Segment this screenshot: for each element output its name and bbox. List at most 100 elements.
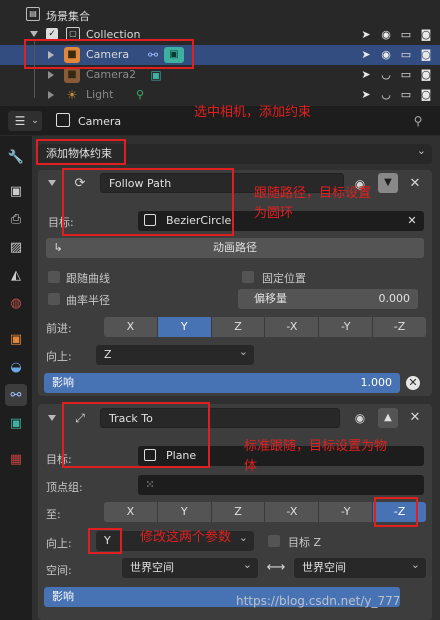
camera-data-icon[interactable]: ▣ [146, 67, 166, 83]
forward-axis-neg-z[interactable]: -Z [373, 317, 426, 337]
forward-axis-neg-y[interactable]: -Y [319, 317, 374, 337]
camera-object-icon: ■ [64, 67, 80, 83]
outliner-row-camera[interactable]: ■ Camera ⚯ ▣ ➤ ◉ ▭ ◙ [0, 45, 440, 65]
to-axis-neg-z[interactable]: -Z [373, 502, 426, 522]
move-up-button[interactable]: ▲ [378, 408, 398, 428]
camera-data-icon[interactable]: ▣ [164, 47, 184, 63]
camera-render-icon[interactable]: ◙ [418, 67, 434, 83]
target-space-dropdown[interactable]: 世界空间 [294, 555, 426, 578]
pin-icon[interactable]: ⚲ [410, 113, 426, 129]
vertex-group-field[interactable]: ⁙ [138, 475, 424, 495]
tab-object-constraints[interactable]: ⚯ [5, 384, 27, 406]
add-constraint-dropdown[interactable]: 添加物体约束 [38, 141, 432, 164]
move-down-button[interactable]: ▼ [378, 173, 398, 193]
scene-collection-row[interactable]: ▤ 场景集合 [0, 5, 440, 25]
tab-texture[interactable]: ▦ [5, 448, 27, 470]
select-arrow-icon[interactable]: ➤ [358, 27, 374, 43]
vertex-group-icon: ⁙ [145, 478, 155, 491]
collection-icon: ▢ [66, 27, 80, 41]
add-constraint-label: 添加物体约束 [46, 147, 112, 160]
expand-light-icon[interactable] [48, 91, 54, 99]
forward-axis-y[interactable]: Y [157, 317, 212, 337]
influence-label: 影响 [52, 376, 74, 389]
outliner-row-light[interactable]: ☀ Light ⚲ ➤ ◡ ▭ ◙ [0, 85, 440, 105]
follow-path-influence-slider[interactable]: 影响 1.000 [44, 373, 400, 393]
row-visibility-icons: ➤ ◡ ▭ ◙ [358, 87, 434, 103]
object-name-label: Camera [78, 115, 122, 128]
select-arrow-icon[interactable]: ➤ [358, 47, 374, 63]
forward-axis-neg-x[interactable]: -X [265, 317, 320, 337]
tab-scene[interactable]: ◭ [5, 264, 27, 286]
to-axis-neg-x[interactable]: -X [265, 502, 320, 522]
tab-output[interactable]: ⎙ [5, 208, 27, 230]
properties-editor-icon: ☰ [14, 114, 26, 128]
expand-camera-icon[interactable] [48, 51, 54, 59]
constraint-link-icon[interactable]: ⚯ [146, 47, 160, 63]
triangle-up-icon: ▲ [384, 412, 392, 423]
target-z-checkbox[interactable] [268, 535, 280, 547]
offset-field[interactable]: 偏移量 0.000 [238, 289, 418, 309]
close-icon[interactable]: ✕ [408, 176, 422, 192]
checkbox-checked-icon[interactable]: ✓ [46, 28, 58, 40]
tab-render[interactable]: ▣ [5, 180, 27, 202]
collapse-follow-path-icon[interactable] [48, 180, 56, 186]
outliner-row-collection[interactable]: ✓ ▢ Collection ➤ ◉ ▭ ◙ [0, 25, 440, 45]
light-data-icon[interactable]: ⚲ [132, 87, 148, 103]
to-axis-x[interactable]: X [104, 502, 158, 522]
monitor-icon[interactable]: ▭ [398, 67, 414, 83]
select-arrow-icon[interactable]: ➤ [358, 87, 374, 103]
up-axis-dropdown[interactable]: Z [96, 342, 254, 365]
owner-space-dropdown[interactable]: 世界空间 [122, 555, 258, 578]
outliner-item-label: Collection [86, 28, 141, 41]
track-up-label: 向上: [46, 537, 72, 550]
camera-render-icon[interactable]: ◙ [418, 87, 434, 103]
remove-influence-icon[interactable]: ✕ [406, 376, 420, 390]
outliner-row-camera2[interactable]: ■ Camera2 ▣ ➤ ◡ ▭ ◙ [0, 65, 440, 85]
tab-world[interactable]: ◍ [5, 292, 27, 314]
triangle-down-icon: ▼ [384, 177, 392, 188]
monitor-icon[interactable]: ▭ [398, 27, 414, 43]
object-square-icon [56, 113, 70, 127]
to-axis-y[interactable]: Y [157, 502, 212, 522]
to-axis-neg-y[interactable]: -Y [319, 502, 374, 522]
camera-render-icon[interactable]: ◙ [418, 27, 434, 43]
properties-tabs: 🔧 ▣ ⎙ ▨ ◭ ◍ ▣ ◒ ⚯ ▣ ▦ [0, 136, 32, 620]
expand-collection-icon[interactable] [30, 31, 38, 37]
forward-label: 前进: [46, 322, 72, 335]
collapse-track-to-icon[interactable] [48, 415, 56, 421]
camera-object-icon: ■ [64, 47, 80, 63]
target-z-label: 目标 Z [288, 536, 322, 549]
eye-icon[interactable]: ◉ [378, 47, 394, 63]
camera-render-icon[interactable]: ◙ [418, 47, 434, 63]
follow-path-target-value: BezierCircle [166, 214, 232, 227]
tab-camera-data[interactable]: ▣ [5, 412, 27, 434]
tab-tool[interactable]: 🔧 [5, 146, 27, 168]
select-arrow-icon[interactable]: ➤ [358, 67, 374, 83]
to-axis-z[interactable]: Z [211, 502, 266, 522]
annotation-track-1: 标准跟随，目标设置为物 [244, 439, 388, 454]
expand-camera2-icon[interactable] [48, 71, 54, 79]
forward-axis-z[interactable]: Z [211, 317, 266, 337]
outliner: ▤ 场景集合 ✓ ▢ Collection ➤ ◉ ▭ ◙ ■ Camera ⚯… [0, 0, 440, 106]
close-icon[interactable]: ✕ [408, 410, 422, 426]
eye-icon[interactable]: ◉ [352, 410, 368, 426]
monitor-icon[interactable]: ▭ [398, 87, 414, 103]
outliner-item-label: Camera2 [86, 68, 137, 81]
follow-curve-checkbox[interactable] [48, 271, 60, 283]
track-to-name-field[interactable]: Track To [100, 408, 340, 428]
clear-icon[interactable]: ✕ [406, 213, 418, 229]
track-to-icon: ⤢ [75, 411, 85, 425]
eye-closed-icon[interactable]: ◡ [378, 87, 394, 103]
tab-physics[interactable]: ◒ [5, 356, 27, 378]
curve-radius-checkbox[interactable] [48, 293, 60, 305]
monitor-icon[interactable]: ▭ [398, 47, 414, 63]
animate-path-label: 动画路径 [213, 241, 257, 254]
eye-icon[interactable]: ◉ [378, 27, 394, 43]
eye-closed-icon[interactable]: ◡ [378, 67, 394, 83]
animate-path-button[interactable]: ↳ 动画路径 [46, 238, 424, 258]
fixed-position-checkbox[interactable] [242, 271, 254, 283]
tab-view-layer[interactable]: ▨ [5, 236, 27, 258]
forward-axis-x[interactable]: X [104, 317, 158, 337]
editor-type-dropdown[interactable]: ☰ ⌄ [8, 111, 42, 131]
tab-object[interactable]: ▣ [5, 328, 27, 350]
